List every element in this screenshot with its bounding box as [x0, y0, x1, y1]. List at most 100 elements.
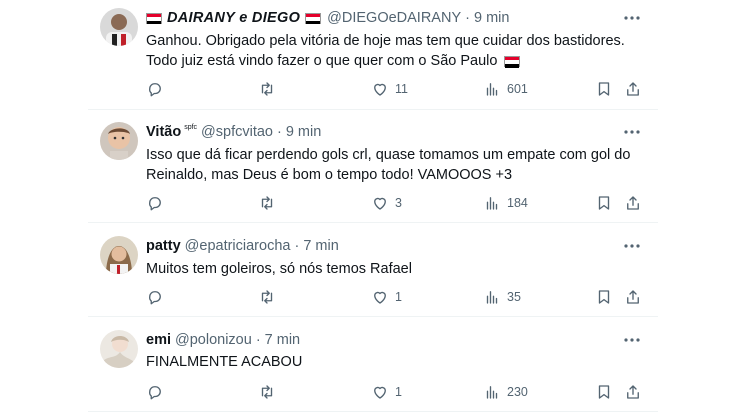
display-name[interactable]: DAIRANY e DIEGO: [167, 10, 300, 26]
user-handle[interactable]: @spfcvitao: [201, 124, 273, 140]
avatar[interactable]: [100, 330, 138, 368]
divider: [88, 222, 658, 223]
views-button[interactable]: 35: [483, 286, 521, 308]
reply-button[interactable]: [146, 381, 164, 403]
sao-paulo-flag-icon: [504, 55, 521, 68]
tweet-header: DAIRANY e DIEGO @DIEGOeDAIRANY · 9 min: [146, 8, 509, 28]
share-button[interactable]: [624, 381, 642, 403]
like-count: 11: [395, 82, 408, 96]
like-count: 1: [395, 385, 402, 399]
timestamp[interactable]: 9 min: [474, 10, 509, 26]
divider: [88, 109, 658, 110]
tweet-text-line: FINALMENTE ACABOU: [146, 354, 303, 370]
tweet-text-line: Isso que dá ficar perdendo gols crl, qua…: [146, 147, 631, 163]
bookmark-button[interactable]: [595, 381, 613, 403]
timestamp[interactable]: 9 min: [286, 124, 321, 140]
tweet-actions: 3 184: [138, 192, 639, 214]
separator-dot: ·: [294, 238, 300, 254]
views-icon: [486, 291, 498, 304]
user-handle[interactable]: @DIEGOeDAIRANY: [327, 10, 461, 26]
retweet-button[interactable]: [258, 286, 276, 308]
tweet-actions: 1 35: [138, 286, 639, 308]
display-name[interactable]: patty: [146, 238, 181, 254]
tweet-text-line: Muitos tem goleiros, só nós temos Rafael: [146, 261, 412, 277]
views-icon: [486, 197, 498, 210]
tweet-actions: 11 601: [138, 78, 639, 100]
share-button[interactable]: [624, 78, 642, 100]
tweet[interactable]: DAIRANY e DIEGO @DIEGOeDAIRANY · 9 min G…: [88, 8, 658, 104]
share-button[interactable]: [624, 192, 642, 214]
reply-button[interactable]: [146, 192, 164, 214]
bookmark-icon: [598, 196, 610, 210]
like-button[interactable]: 1: [371, 381, 402, 403]
tweet[interactable]: patty @epatriciarocha · 7 min Muitos tem…: [88, 236, 658, 308]
separator-dot: ·: [255, 332, 261, 348]
tweet-header: patty @epatriciarocha · 7 min: [146, 236, 339, 256]
tweet-text: Isso que dá ficar perdendo gols crl, qua…: [146, 145, 636, 185]
tweet[interactable]: emi @polonizou · 7 min FINALMENTE ACABOU…: [88, 330, 658, 404]
timestamp[interactable]: 7 min: [303, 238, 338, 254]
retweet-button[interactable]: [258, 192, 276, 214]
retweet-button[interactable]: [258, 381, 276, 403]
divider: [88, 411, 658, 412]
bookmark-button[interactable]: [595, 192, 613, 214]
tweet-text-line-with-flag: Todo juiz está vindo fazer o que quer co…: [146, 51, 636, 71]
view-count: 35: [507, 290, 521, 304]
share-icon: [627, 196, 639, 210]
like-count: 3: [395, 196, 402, 210]
avatar[interactable]: [100, 8, 138, 46]
views-icon: [486, 386, 498, 399]
like-button[interactable]: 3: [371, 192, 402, 214]
tweet-text: Muitos tem goleiros, só nós temos Rafael: [146, 259, 636, 279]
avatar[interactable]: [100, 236, 138, 274]
avatar[interactable]: [100, 122, 138, 160]
like-icon: [374, 197, 386, 210]
timestamp[interactable]: 7 min: [265, 332, 300, 348]
display-name[interactable]: Vitão: [146, 124, 181, 140]
share-button[interactable]: [624, 286, 642, 308]
sao-paulo-flag-icon: [305, 12, 322, 25]
tweet[interactable]: Vitão spfc @spfcvitao · 9 min Isso que d…: [88, 122, 658, 214]
more-icon[interactable]: [620, 332, 644, 348]
retweet-button[interactable]: [258, 78, 276, 100]
bookmark-button[interactable]: [595, 286, 613, 308]
like-icon: [374, 291, 386, 304]
views-button[interactable]: 230: [483, 381, 528, 403]
retweet-icon: [261, 290, 273, 304]
like-icon: [374, 83, 386, 96]
reply-icon: [149, 83, 161, 97]
share-icon: [627, 82, 639, 96]
view-count: 601: [507, 82, 528, 96]
reply-icon: [149, 386, 161, 400]
more-icon[interactable]: [620, 238, 644, 254]
separator-dot: ·: [465, 10, 470, 26]
like-count: 1: [395, 290, 402, 304]
tweet-header: Vitão spfc @spfcvitao · 9 min: [146, 122, 321, 142]
tweet-header: emi @polonizou · 7 min: [146, 330, 300, 350]
more-icon[interactable]: [620, 10, 644, 26]
sao-paulo-flag-icon: [146, 12, 162, 25]
retweet-icon: [261, 196, 273, 210]
user-handle[interactable]: @polonizou: [175, 332, 252, 348]
more-icon[interactable]: [620, 124, 644, 140]
tweet-text: FINALMENTE ACABOU: [146, 352, 636, 372]
tweet-text-line: Ganhou. Obrigado pela vitória de hoje ma…: [146, 33, 625, 49]
share-icon: [627, 290, 639, 304]
views-button[interactable]: 184: [483, 192, 528, 214]
tweet-text: Ganhou. Obrigado pela vitória de hoje ma…: [146, 31, 636, 71]
bookmark-button[interactable]: [595, 78, 613, 100]
like-button[interactable]: 11: [371, 78, 408, 100]
timeline-feed: DAIRANY e DIEGO @DIEGOeDAIRANY · 9 min G…: [88, 0, 658, 416]
reply-button[interactable]: [146, 286, 164, 308]
bookmark-icon: [598, 82, 610, 96]
display-name[interactable]: emi: [146, 332, 171, 348]
tweet-actions: 1 230: [138, 381, 639, 403]
like-button[interactable]: 1: [371, 286, 402, 308]
reply-icon: [149, 291, 161, 305]
like-icon: [374, 386, 386, 399]
views-icon: [486, 83, 498, 96]
view-count: 184: [507, 196, 528, 210]
views-button[interactable]: 601: [483, 78, 528, 100]
reply-button[interactable]: [146, 78, 164, 100]
user-handle[interactable]: @epatriciarocha: [185, 238, 291, 254]
